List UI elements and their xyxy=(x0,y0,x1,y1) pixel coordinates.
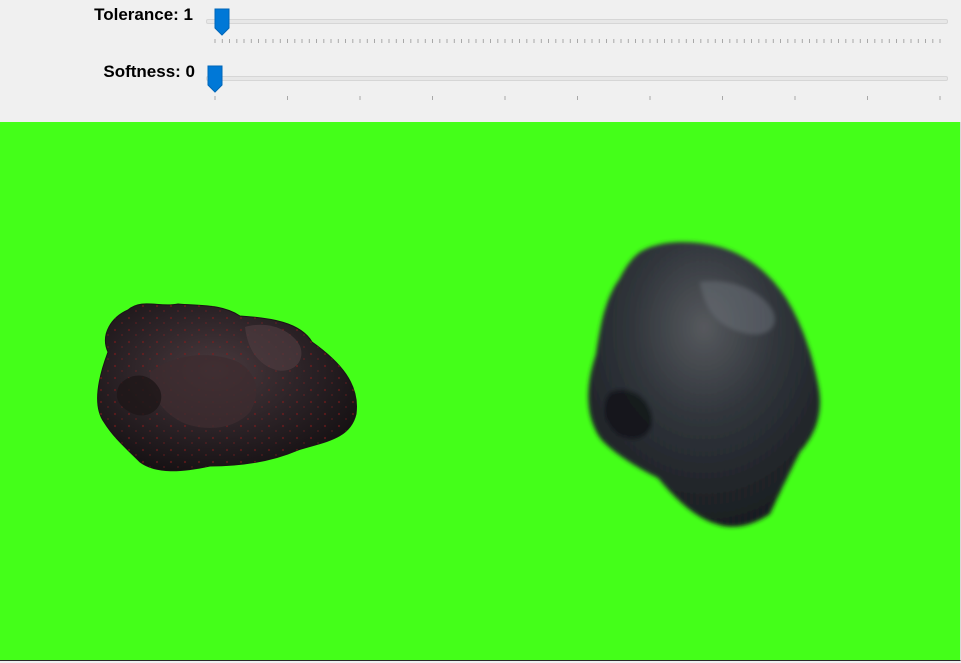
softness-slider-ticks xyxy=(214,96,941,100)
tolerance-slider[interactable] xyxy=(206,6,948,46)
chroma-key-viewport[interactable] xyxy=(0,122,961,661)
softness-slider-thumb[interactable] xyxy=(207,65,223,93)
tolerance-slider-thumb[interactable] xyxy=(214,8,230,36)
tolerance-label: Tolerance: 1 xyxy=(94,5,193,24)
app-window: Tolerance: 1 Softness: 0 xyxy=(0,0,961,663)
controls-panel: Tolerance: 1 Softness: 0 xyxy=(0,0,961,122)
asteroid-left-icon[interactable] xyxy=(97,303,357,472)
asteroid-right-icon[interactable] xyxy=(588,242,820,527)
softness-slider[interactable] xyxy=(206,63,948,103)
softness-label: Softness: 0 xyxy=(103,62,195,81)
tolerance-slider-ticks xyxy=(214,39,941,43)
